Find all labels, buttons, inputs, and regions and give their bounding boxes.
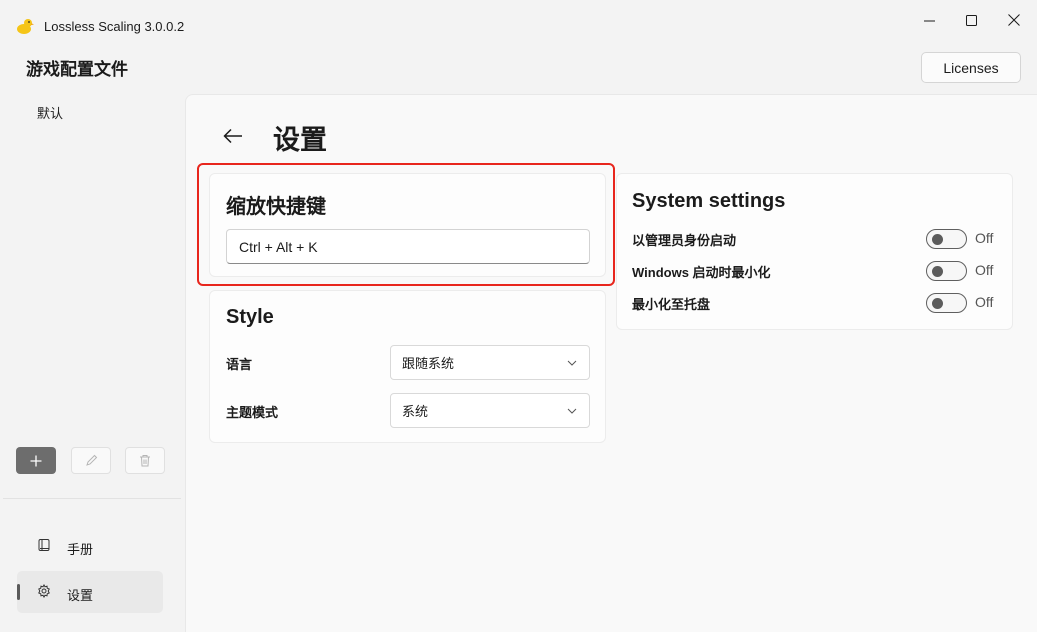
minimize-button[interactable] xyxy=(908,6,950,34)
toggle-knob xyxy=(932,266,943,277)
profiles-title: 游戏配置文件 xyxy=(26,60,128,79)
minimize-icon xyxy=(923,20,935,21)
chevron-down-icon xyxy=(567,360,577,366)
run-as-admin-state: Off xyxy=(975,230,994,246)
add-profile-button[interactable] xyxy=(16,447,56,474)
language-label: 语言 xyxy=(226,357,253,372)
start-minimized-label: Windows 启动时最小化 xyxy=(632,265,771,280)
minimize-to-tray-toggle[interactable] xyxy=(926,293,967,313)
minimize-to-tray-state: Off xyxy=(975,294,994,310)
nav-item-settings[interactable]: 设置 xyxy=(17,571,163,613)
toggle-knob xyxy=(932,234,943,245)
selected-indicator xyxy=(17,584,20,600)
start-minimized-toggle[interactable] xyxy=(926,261,967,281)
pencil-icon xyxy=(85,454,97,466)
trash-icon xyxy=(140,455,150,467)
theme-select[interactable]: 系统 xyxy=(390,393,590,428)
run-as-admin-toggle[interactable] xyxy=(926,229,967,249)
toggle-knob xyxy=(932,298,943,309)
sidebar-divider xyxy=(3,498,181,499)
nav-label-manual: 手册 xyxy=(67,542,94,557)
system-card-title: System settings xyxy=(632,190,786,212)
chevron-down-icon xyxy=(567,408,577,414)
licenses-button[interactable]: Licenses xyxy=(921,52,1021,83)
run-as-admin-label: 以管理员身份启动 xyxy=(632,233,737,248)
theme-select-value: 系统 xyxy=(402,404,429,419)
delete-profile-button[interactable] xyxy=(125,447,165,474)
maximize-button[interactable] xyxy=(950,6,992,34)
highlight-box xyxy=(197,163,615,286)
language-select-value: 跟随系统 xyxy=(402,356,455,371)
gear-icon xyxy=(38,584,50,598)
close-button[interactable] xyxy=(993,6,1035,34)
page-title: 设置 xyxy=(273,125,327,155)
language-select[interactable]: 跟随系统 xyxy=(390,345,590,380)
plus-icon xyxy=(30,455,42,466)
minimize-to-tray-label: 最小化至托盘 xyxy=(632,297,711,312)
book-icon xyxy=(38,539,50,551)
profile-item-default[interactable]: 默认 xyxy=(37,103,63,122)
close-icon xyxy=(1008,14,1020,26)
nav-label-settings: 设置 xyxy=(67,588,94,603)
style-card-title: Style xyxy=(226,306,274,328)
nav-item-manual[interactable]: 手册 xyxy=(17,525,163,567)
start-minimized-state: Off xyxy=(975,262,994,278)
app-title: Lossless Scaling 3.0.0.2 xyxy=(44,19,185,34)
theme-label: 主题模式 xyxy=(226,405,279,420)
duck-app-icon xyxy=(17,19,34,34)
title-bar: Lossless Scaling 3.0.0.2 xyxy=(0,0,1037,44)
maximize-icon xyxy=(965,14,977,26)
edit-profile-button[interactable] xyxy=(71,447,111,474)
back-arrow-icon[interactable] xyxy=(221,124,245,148)
